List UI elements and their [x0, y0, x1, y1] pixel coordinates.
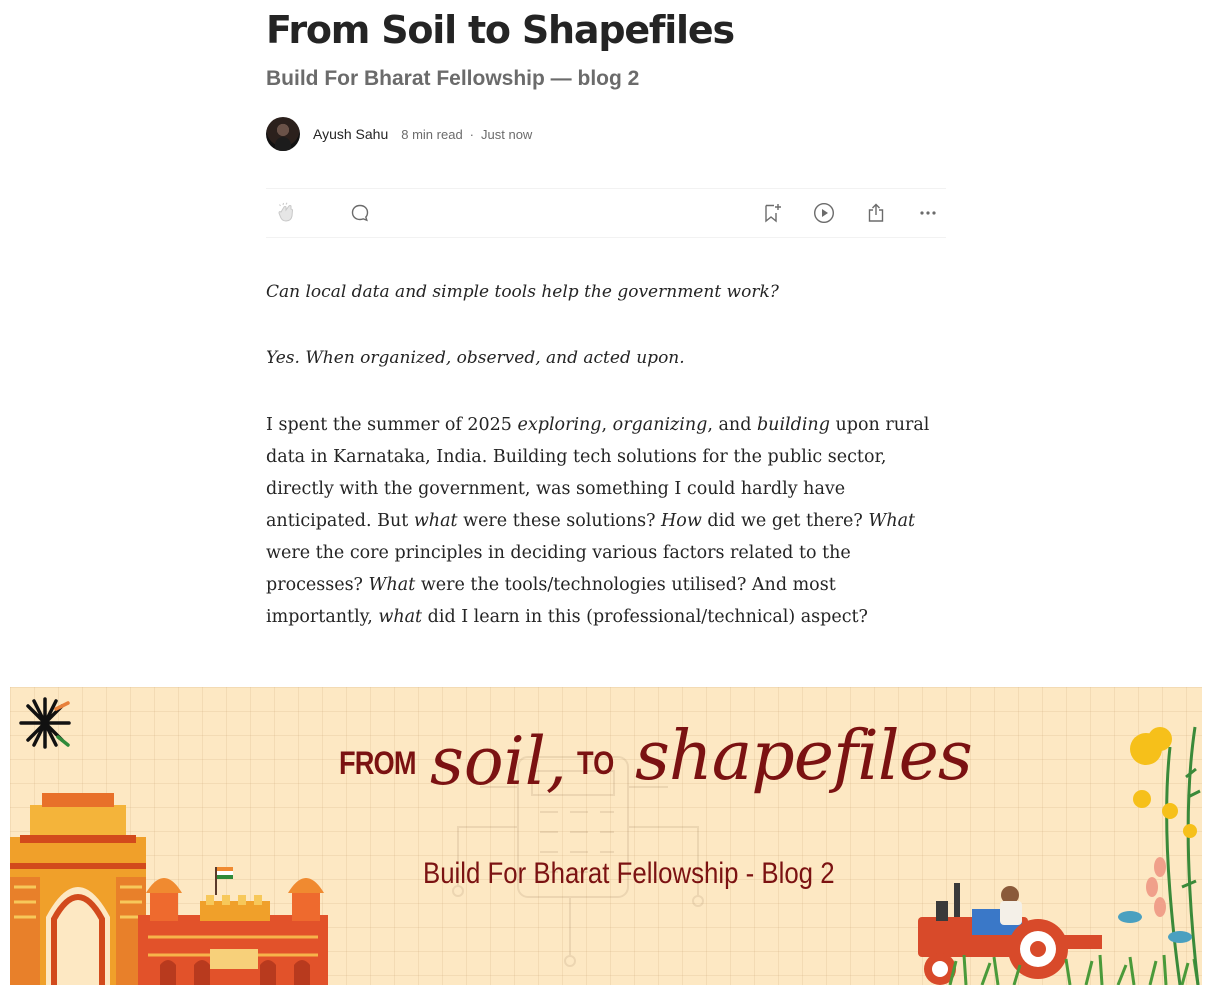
emphasis-text: building	[756, 415, 830, 435]
banner-from: FROM	[339, 745, 417, 781]
banner-illustration	[10, 697, 1201, 985]
banner-soil: soil,	[430, 723, 567, 800]
emphasis-text: what	[413, 511, 458, 531]
byline-separator: ·	[469, 126, 475, 142]
read-time: 8 min read	[401, 126, 463, 142]
emphasis-text: What	[868, 511, 916, 531]
emphasis-text: organizing	[612, 415, 708, 435]
india-gate-illustration	[10, 793, 146, 985]
intro-paragraph: I spent the summer of 2025 exploring, or…	[266, 409, 946, 633]
flowers-illustration	[1118, 726, 1201, 985]
author-name[interactable]: Ayush Sahu	[313, 126, 388, 142]
paragraph-text: I spent the summer of 2025	[266, 415, 518, 435]
article-subtitle: Build For Bharat Fellowship — blog 2	[266, 67, 640, 90]
paragraph-text: did we get there?	[701, 511, 869, 531]
paragraph-text: did I learn in this (professional/techni…	[422, 607, 868, 627]
paragraph-text: , and	[707, 415, 757, 435]
emphasis-text: How	[661, 511, 702, 531]
emphasis-text: exploring	[517, 415, 602, 435]
banner-shapefiles: shapefiles	[635, 717, 973, 796]
red-fort-illustration	[138, 867, 328, 985]
author-avatar[interactable]	[266, 117, 300, 151]
comment-icon[interactable]	[348, 201, 372, 225]
share-icon[interactable]	[864, 201, 888, 225]
bookmark-add-icon[interactable]	[760, 201, 784, 225]
banner-subtitle: Build For Bharat Fellowship - Blog 2	[423, 857, 835, 890]
header-banner-image: FROM soil, TO shapefiles Build For Bhara…	[10, 687, 1202, 985]
byline: Ayush Sahu 8 min read · Just now	[266, 117, 532, 151]
more-icon[interactable]	[916, 201, 940, 225]
paragraph-text: ,	[601, 415, 613, 435]
intro-answer: Yes. When organized, observed, and acted…	[266, 348, 685, 368]
banner-to: TO	[577, 745, 615, 781]
clap-icon[interactable]	[274, 201, 298, 225]
play-icon[interactable]	[812, 201, 836, 225]
emphasis-text: What	[368, 575, 416, 595]
posted-time: Just now	[481, 126, 533, 142]
intro-question: Can local data and simple tools help the…	[266, 282, 779, 302]
paragraph-text: were these solutions?	[457, 511, 662, 531]
article-title: From Soil to Shapefiles	[266, 8, 735, 52]
emphasis-text: what	[378, 607, 423, 627]
action-bar	[266, 188, 946, 238]
tractor-illustration	[918, 883, 1102, 985]
